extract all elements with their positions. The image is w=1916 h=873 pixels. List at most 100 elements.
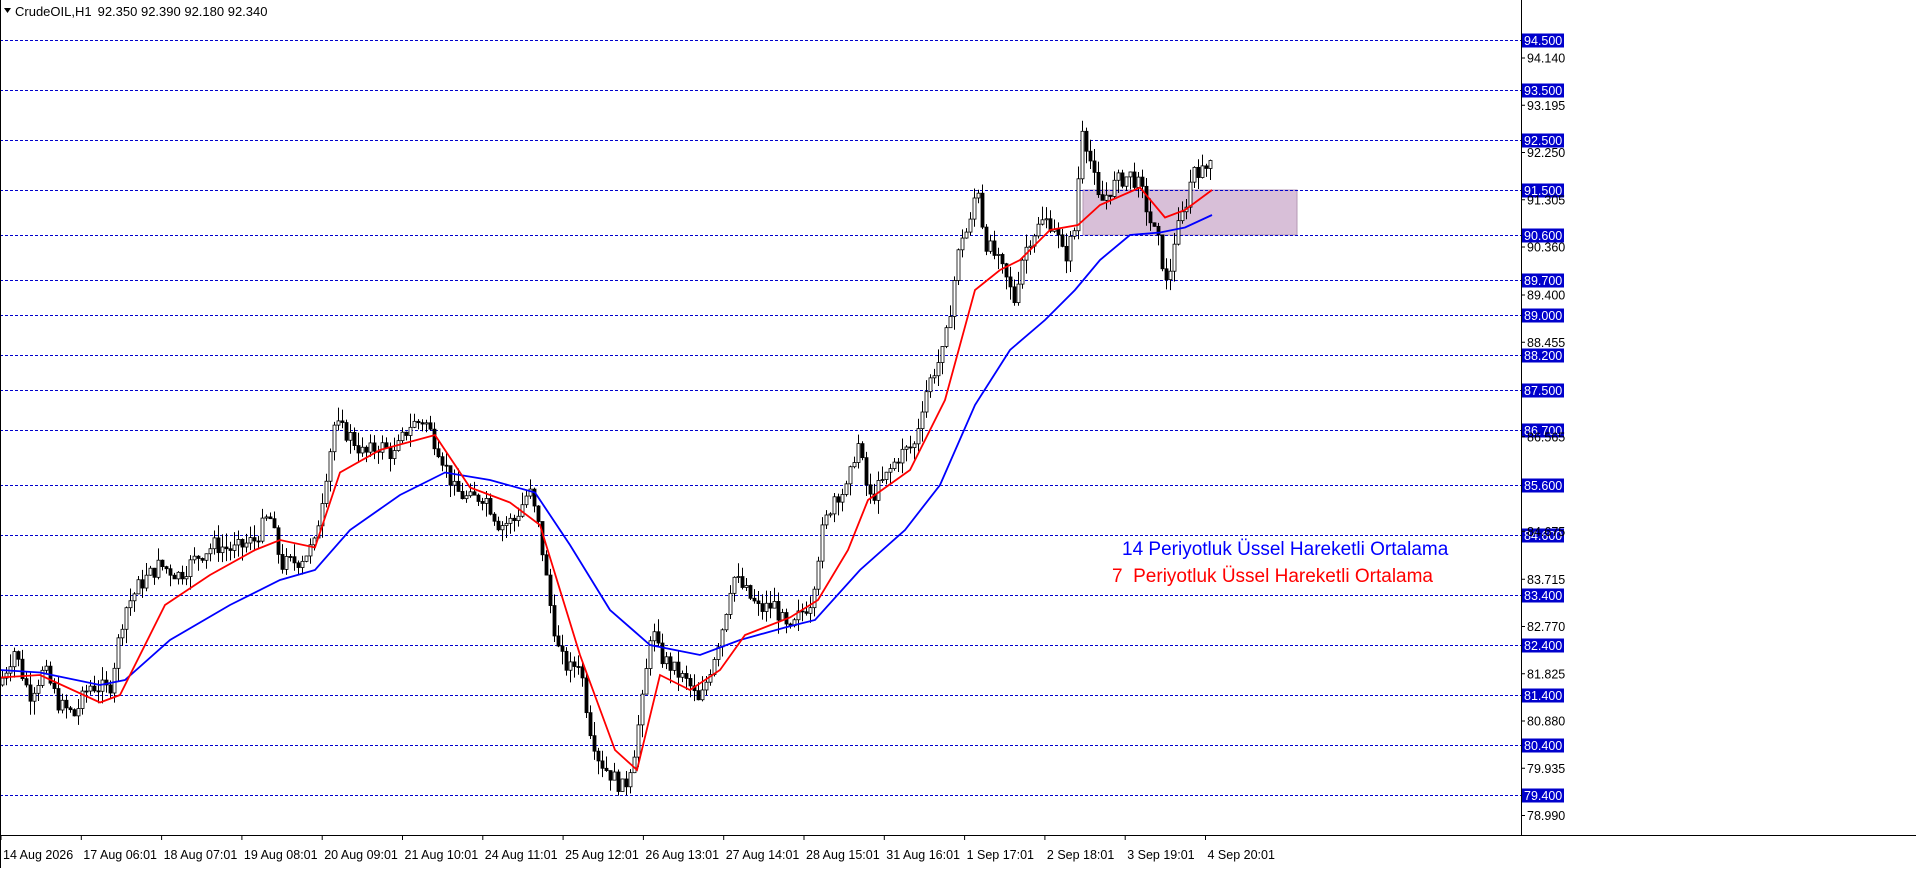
candle-body-down — [1120, 172, 1125, 187]
candle-body-up — [952, 280, 957, 317]
price-chart[interactable]: 94.50093.50092.50091.50090.60089.70089.0… — [0, 0, 1916, 868]
candle-body-up — [1040, 219, 1045, 225]
candle-body-up — [204, 553, 209, 561]
candle-body-up — [888, 468, 893, 473]
candle-body-down — [552, 605, 557, 637]
candle-body-down — [560, 645, 565, 652]
candle-body-up — [892, 461, 897, 470]
candle-body-down — [864, 457, 869, 486]
candle-body-down — [160, 559, 165, 568]
candle-body-up — [464, 495, 469, 500]
candle-body-down — [660, 642, 665, 665]
candle-body-up — [1112, 179, 1117, 197]
candle-body-down — [388, 447, 393, 460]
candle-body-up — [904, 446, 909, 450]
candle-body-down — [992, 240, 997, 256]
candle-body-up — [408, 426, 413, 436]
candle-body-up — [1020, 259, 1025, 285]
candle-body-down — [200, 558, 205, 561]
time-label: 14 Aug 2026 — [3, 848, 73, 862]
candle-body-down — [384, 442, 389, 449]
candle-body-down — [752, 597, 757, 602]
candle-body-down — [584, 677, 589, 714]
time-label: 19 Aug 08:01 — [244, 848, 318, 862]
candle-body-down — [96, 690, 101, 693]
price-tick-label: 80.880 — [1527, 715, 1565, 729]
candle-body-up — [1136, 176, 1141, 188]
candle-body-up — [704, 681, 709, 691]
chart-window[interactable]: 94.500 93.500 92.500 91.500 90.600 89.700 89.0… — [0, 0, 1916, 868]
level-label: 85.600 — [1524, 479, 1562, 493]
candle-body-up — [452, 480, 457, 486]
time-label: 21 Aug 10:01 — [405, 848, 479, 862]
candle-body-down — [804, 611, 809, 614]
price-tick-label: 88.455 — [1527, 336, 1565, 350]
price-tick-label: 84.675 — [1527, 525, 1565, 539]
candle-body-down — [536, 505, 541, 522]
candle-body-down — [868, 484, 873, 495]
candle-body-down — [1008, 276, 1013, 288]
candle-body-down — [472, 491, 477, 496]
candle-body-down — [292, 556, 297, 564]
candle-body-down — [228, 548, 233, 551]
candle-body-up — [720, 629, 725, 648]
candle-body-up — [652, 631, 657, 642]
candle-body-down — [748, 585, 753, 599]
candle-body-up — [400, 431, 405, 442]
candle-body-down — [180, 571, 185, 580]
candle-body-up — [828, 513, 833, 516]
chart-symbol: CrudeOIL,H1 — [15, 4, 92, 19]
candle-body-up — [504, 522, 509, 526]
candle-body-up — [1072, 230, 1077, 237]
candle-body-down — [140, 579, 145, 589]
level-label: 93.500 — [1524, 84, 1562, 98]
candle-body-down — [56, 688, 61, 711]
candle-body-down — [372, 442, 377, 452]
candle-body-up — [44, 665, 49, 671]
candle-body-up — [972, 197, 977, 220]
candle-body-down — [696, 690, 701, 701]
candle-body-up — [116, 637, 121, 669]
candle-body-up — [1116, 172, 1121, 181]
candle-body-up — [644, 668, 649, 695]
candle-body-down — [480, 501, 485, 504]
candle-body-up — [184, 576, 189, 580]
candle-body-down — [556, 635, 561, 647]
candle-body-up — [392, 450, 397, 460]
time-label: 24 Aug 11:01 — [485, 848, 558, 862]
time-label: 25 Aug 12:01 — [565, 848, 639, 862]
candle-body-up — [912, 443, 917, 448]
candle-body-down — [668, 656, 673, 671]
time-label: 20 Aug 09:01 — [324, 848, 398, 862]
price-tick-label: 92.250 — [1527, 146, 1565, 160]
candle-body-up — [728, 592, 733, 615]
candle-body-up — [1188, 181, 1193, 208]
candle-body-up — [1180, 211, 1185, 222]
candle-body-up — [732, 576, 737, 594]
candle-body-down — [404, 431, 409, 436]
plot-background — [0, 0, 1916, 868]
candle-body-down — [52, 682, 57, 689]
candle-body-up — [208, 548, 213, 555]
candle-body-down — [1204, 165, 1209, 169]
time-label: 28 Aug 15:01 — [806, 848, 880, 862]
candle-body-up — [236, 539, 241, 546]
level-label: 83.400 — [1524, 589, 1562, 603]
candle-body-down — [460, 491, 465, 500]
candle-body-up — [32, 692, 37, 702]
candle-body-down — [1000, 254, 1005, 265]
candle-body-down — [1060, 234, 1065, 247]
candle-body-up — [1068, 235, 1073, 262]
candle-body-up — [348, 432, 353, 441]
candle-body-up — [764, 602, 769, 612]
candle-body-up — [932, 375, 937, 379]
candle-body-up — [1128, 171, 1133, 178]
candle-body-up — [948, 316, 953, 329]
candle-body-up — [88, 685, 93, 692]
candle-body-down — [588, 712, 593, 737]
candle-body-up — [76, 708, 81, 717]
candle-body-up — [484, 498, 489, 504]
candle-body-down — [496, 520, 501, 531]
candle-body-down — [572, 661, 577, 667]
candle-body-up — [1168, 270, 1173, 281]
